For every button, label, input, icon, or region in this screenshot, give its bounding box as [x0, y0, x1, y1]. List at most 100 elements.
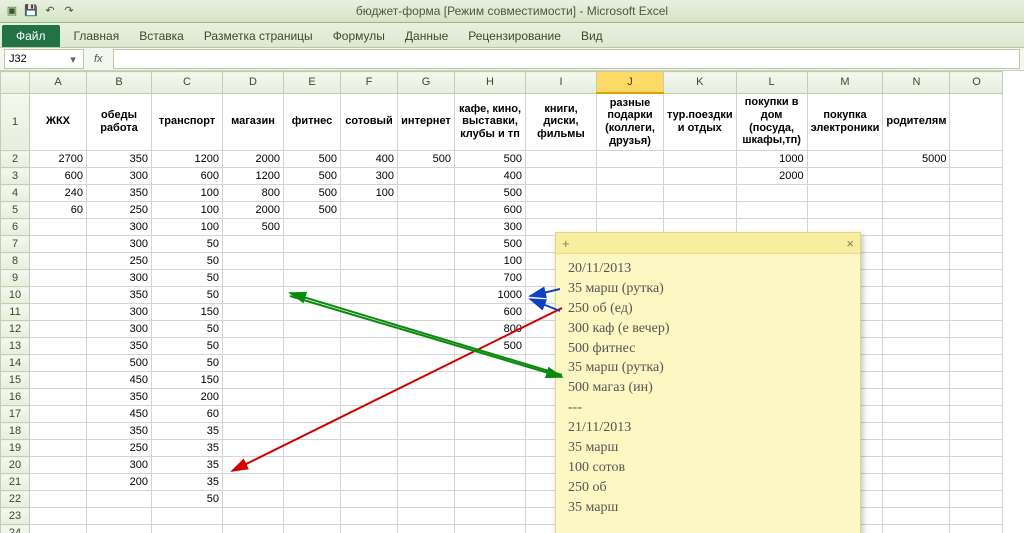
cell[interactable]: [950, 406, 1003, 423]
cell[interactable]: 50: [152, 287, 223, 304]
cell[interactable]: 100: [341, 185, 398, 202]
cell[interactable]: [883, 321, 950, 338]
cell[interactable]: 500: [398, 151, 455, 168]
cell[interactable]: [664, 202, 737, 219]
cell[interactable]: 300: [87, 321, 152, 338]
cell[interactable]: [30, 287, 87, 304]
cell[interactable]: [883, 338, 950, 355]
cell[interactable]: 50: [152, 270, 223, 287]
cell[interactable]: [950, 219, 1003, 236]
cell[interactable]: [883, 168, 950, 185]
cell[interactable]: 35: [152, 423, 223, 440]
cell[interactable]: 500: [455, 185, 526, 202]
cell[interactable]: 50: [152, 355, 223, 372]
cell[interactable]: [223, 508, 284, 525]
cell[interactable]: 300: [341, 168, 398, 185]
cell[interactable]: 50: [152, 491, 223, 508]
cell[interactable]: [807, 185, 883, 202]
cell[interactable]: [30, 270, 87, 287]
cell[interactable]: [398, 321, 455, 338]
cell[interactable]: [398, 236, 455, 253]
cell[interactable]: [341, 525, 398, 533]
note-close-icon[interactable]: ×: [846, 236, 854, 251]
cell[interactable]: [30, 219, 87, 236]
cell[interactable]: 60: [152, 406, 223, 423]
cell[interactable]: [597, 202, 664, 219]
cell[interactable]: [341, 219, 398, 236]
cell[interactable]: [341, 236, 398, 253]
select-all-corner[interactable]: [1, 72, 30, 94]
cell[interactable]: [597, 185, 664, 202]
cell[interactable]: 350: [87, 389, 152, 406]
cell[interactable]: [398, 338, 455, 355]
cell[interactable]: [30, 236, 87, 253]
cell[interactable]: [807, 168, 883, 185]
cell[interactable]: [398, 219, 455, 236]
cell[interactable]: [883, 440, 950, 457]
cell[interactable]: [597, 151, 664, 168]
row-header-2[interactable]: 2: [1, 151, 30, 168]
cell[interactable]: [950, 287, 1003, 304]
cell[interactable]: [950, 304, 1003, 321]
col-header-N[interactable]: N: [883, 72, 950, 94]
cell[interactable]: [223, 304, 284, 321]
col-header-D[interactable]: D: [223, 72, 284, 94]
cell[interactable]: [284, 287, 341, 304]
row-header-19[interactable]: 19: [1, 440, 30, 457]
row-header-7[interactable]: 7: [1, 236, 30, 253]
cell[interactable]: [284, 304, 341, 321]
cell[interactable]: [807, 151, 883, 168]
cell[interactable]: [284, 474, 341, 491]
cell[interactable]: [883, 304, 950, 321]
cell[interactable]: [341, 474, 398, 491]
cell[interactable]: [223, 423, 284, 440]
cell[interactable]: [341, 491, 398, 508]
cell[interactable]: [223, 457, 284, 474]
cell[interactable]: 350: [87, 423, 152, 440]
cell[interactable]: [341, 440, 398, 457]
cell[interactable]: [398, 355, 455, 372]
redo-icon[interactable]: ↷: [61, 2, 77, 18]
row-header-11[interactable]: 11: [1, 304, 30, 321]
header-cell[interactable]: кафе, кино, выставки, клубы и тп: [455, 93, 526, 151]
cell[interactable]: [284, 389, 341, 406]
cell[interactable]: 600: [455, 202, 526, 219]
cell[interactable]: [455, 355, 526, 372]
cell[interactable]: 60: [30, 202, 87, 219]
cell[interactable]: 35: [152, 457, 223, 474]
cell[interactable]: [398, 202, 455, 219]
cell[interactable]: 35: [152, 440, 223, 457]
cell[interactable]: [30, 440, 87, 457]
header-cell[interactable]: [950, 93, 1003, 151]
col-header-J[interactable]: J: [597, 72, 664, 94]
header-cell[interactable]: магазин: [223, 93, 284, 151]
header-cell[interactable]: разные подарки (коллеги, друзья): [597, 93, 664, 151]
cell[interactable]: [526, 168, 597, 185]
cell[interactable]: [398, 406, 455, 423]
cell[interactable]: [30, 372, 87, 389]
cell[interactable]: 500: [455, 151, 526, 168]
cell[interactable]: [341, 287, 398, 304]
cell[interactable]: [30, 457, 87, 474]
cell[interactable]: 300: [87, 236, 152, 253]
cell[interactable]: [950, 270, 1003, 287]
cell[interactable]: [398, 287, 455, 304]
cell[interactable]: [223, 253, 284, 270]
cell[interactable]: [950, 525, 1003, 533]
cell[interactable]: [284, 423, 341, 440]
row-header-24[interactable]: 24: [1, 525, 30, 533]
cell[interactable]: [223, 525, 284, 533]
row-header-8[interactable]: 8: [1, 253, 30, 270]
cell[interactable]: [950, 168, 1003, 185]
header-cell[interactable]: обеды работа: [87, 93, 152, 151]
cell[interactable]: [455, 423, 526, 440]
cell[interactable]: [398, 168, 455, 185]
formula-input[interactable]: [113, 49, 1020, 69]
cell[interactable]: [223, 491, 284, 508]
cell[interactable]: 500: [284, 185, 341, 202]
col-header-M[interactable]: M: [807, 72, 883, 94]
cell[interactable]: 500: [284, 151, 341, 168]
cell[interactable]: [30, 338, 87, 355]
cell[interactable]: [341, 304, 398, 321]
tab-page-layout[interactable]: Разметка страницы: [194, 25, 323, 47]
